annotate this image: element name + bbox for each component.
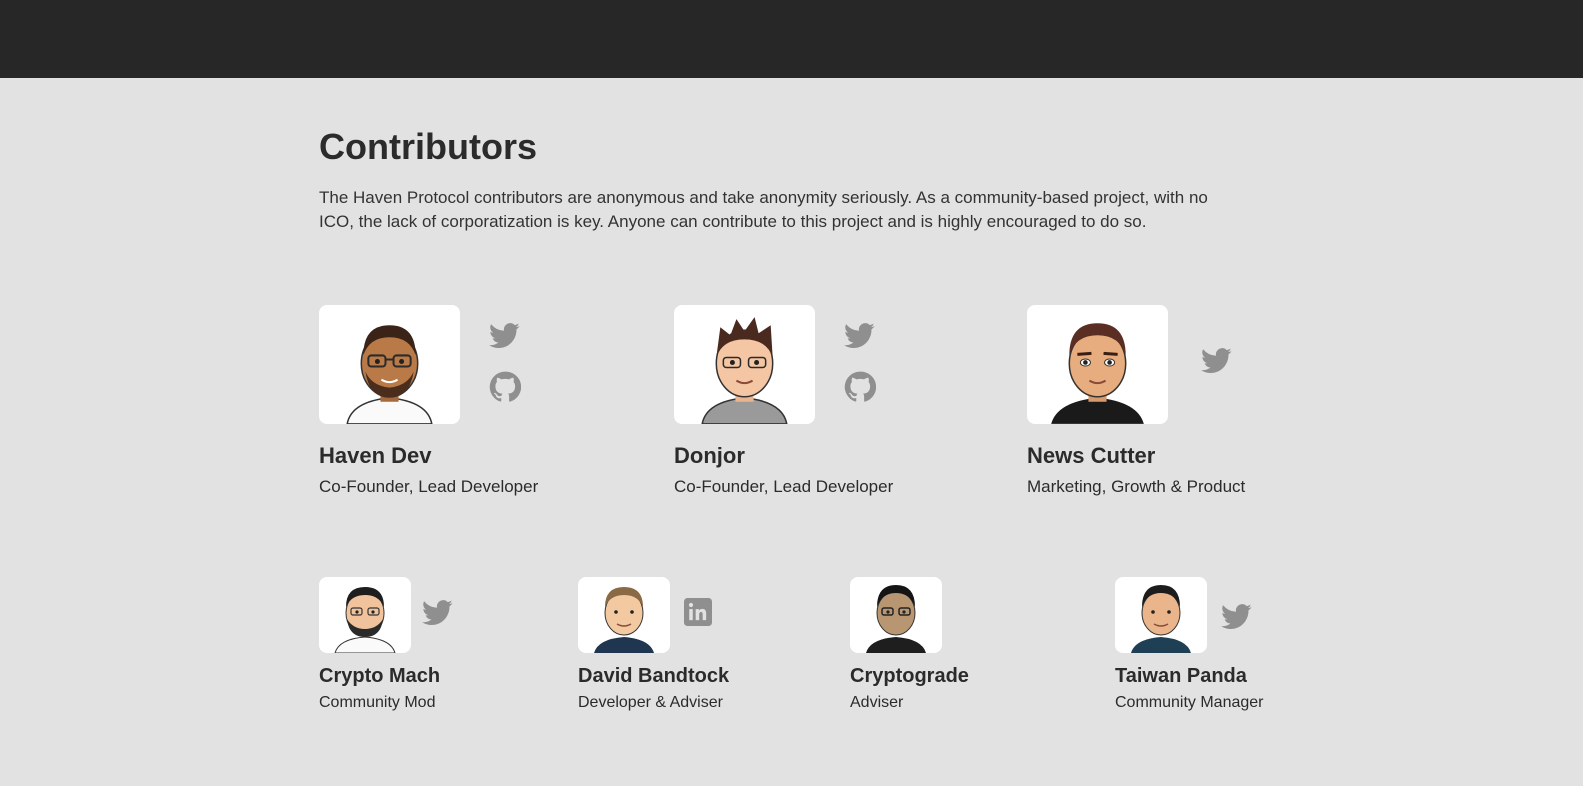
- contributor-card-david-bandtock: David Bandtock Developer & Adviser: [578, 577, 818, 727]
- contributor-name: Haven Dev: [319, 443, 432, 468]
- avatar: [319, 577, 411, 653]
- page-title: Contributors: [319, 126, 537, 167]
- top-navbar: [0, 0, 1583, 78]
- twitter-icon[interactable]: [1221, 601, 1253, 633]
- avatar-image: [866, 585, 926, 653]
- contributor-role: Co-Founder, Lead Developer: [674, 477, 894, 496]
- avatar: [850, 577, 942, 653]
- contributor-role: Marketing, Growth & Product: [1027, 477, 1246, 496]
- twitter-icon[interactable]: [489, 320, 521, 352]
- avatar: [1115, 577, 1207, 653]
- contributor-card-taiwan-panda: Taiwan Panda Community Manager: [1115, 577, 1355, 727]
- contributor-role: Co-Founder, Lead Developer: [319, 477, 539, 496]
- linkedin-icon[interactable]: [684, 598, 712, 626]
- contributor-name: News Cutter: [1027, 443, 1156, 468]
- contributor-name: Crypto Mach: [319, 665, 441, 687]
- contributor-role: Community Manager: [1115, 694, 1264, 711]
- twitter-icon[interactable]: [422, 597, 454, 629]
- contributor-card-crypto-mach: Crypto Mach Community Mod: [319, 577, 559, 727]
- avatar-image: [346, 325, 433, 424]
- contributor-name: David Bandtock: [578, 665, 730, 687]
- contributor-name: Taiwan Panda: [1115, 665, 1247, 687]
- avatar: [578, 577, 670, 653]
- avatar: [1027, 305, 1168, 424]
- intro-paragraph: The Haven Protocol contributors are anon…: [319, 188, 1208, 231]
- contributor-card-donjor: Donjor Co-Founder, Lead Developer: [674, 305, 974, 505]
- avatar-image: [594, 587, 654, 653]
- avatar-image: [1131, 585, 1191, 653]
- contributor-role: Developer & Adviser: [578, 694, 723, 711]
- github-icon[interactable]: [844, 371, 876, 403]
- github-icon[interactable]: [489, 371, 521, 403]
- twitter-icon[interactable]: [844, 320, 876, 352]
- contributor-name: Cryptograde: [850, 665, 969, 687]
- twitter-icon[interactable]: [1201, 345, 1233, 377]
- avatar-image: [1051, 323, 1144, 424]
- contributor-role: Community Mod: [319, 694, 436, 711]
- contributor-card-haven-dev: Haven Dev Co-Founder, Lead Developer: [319, 305, 619, 505]
- avatar-image: [334, 587, 396, 653]
- contributor-name: Donjor: [674, 443, 745, 468]
- contributor-card-cryptograde: Cryptograde Adviser: [850, 577, 1090, 727]
- avatar-image: [701, 317, 788, 424]
- contributor-role: Adviser: [850, 694, 904, 711]
- avatar: [319, 305, 460, 424]
- contributor-card-news-cutter: News Cutter Marketing, Growth & Product: [1027, 305, 1327, 505]
- avatar: [674, 305, 815, 424]
